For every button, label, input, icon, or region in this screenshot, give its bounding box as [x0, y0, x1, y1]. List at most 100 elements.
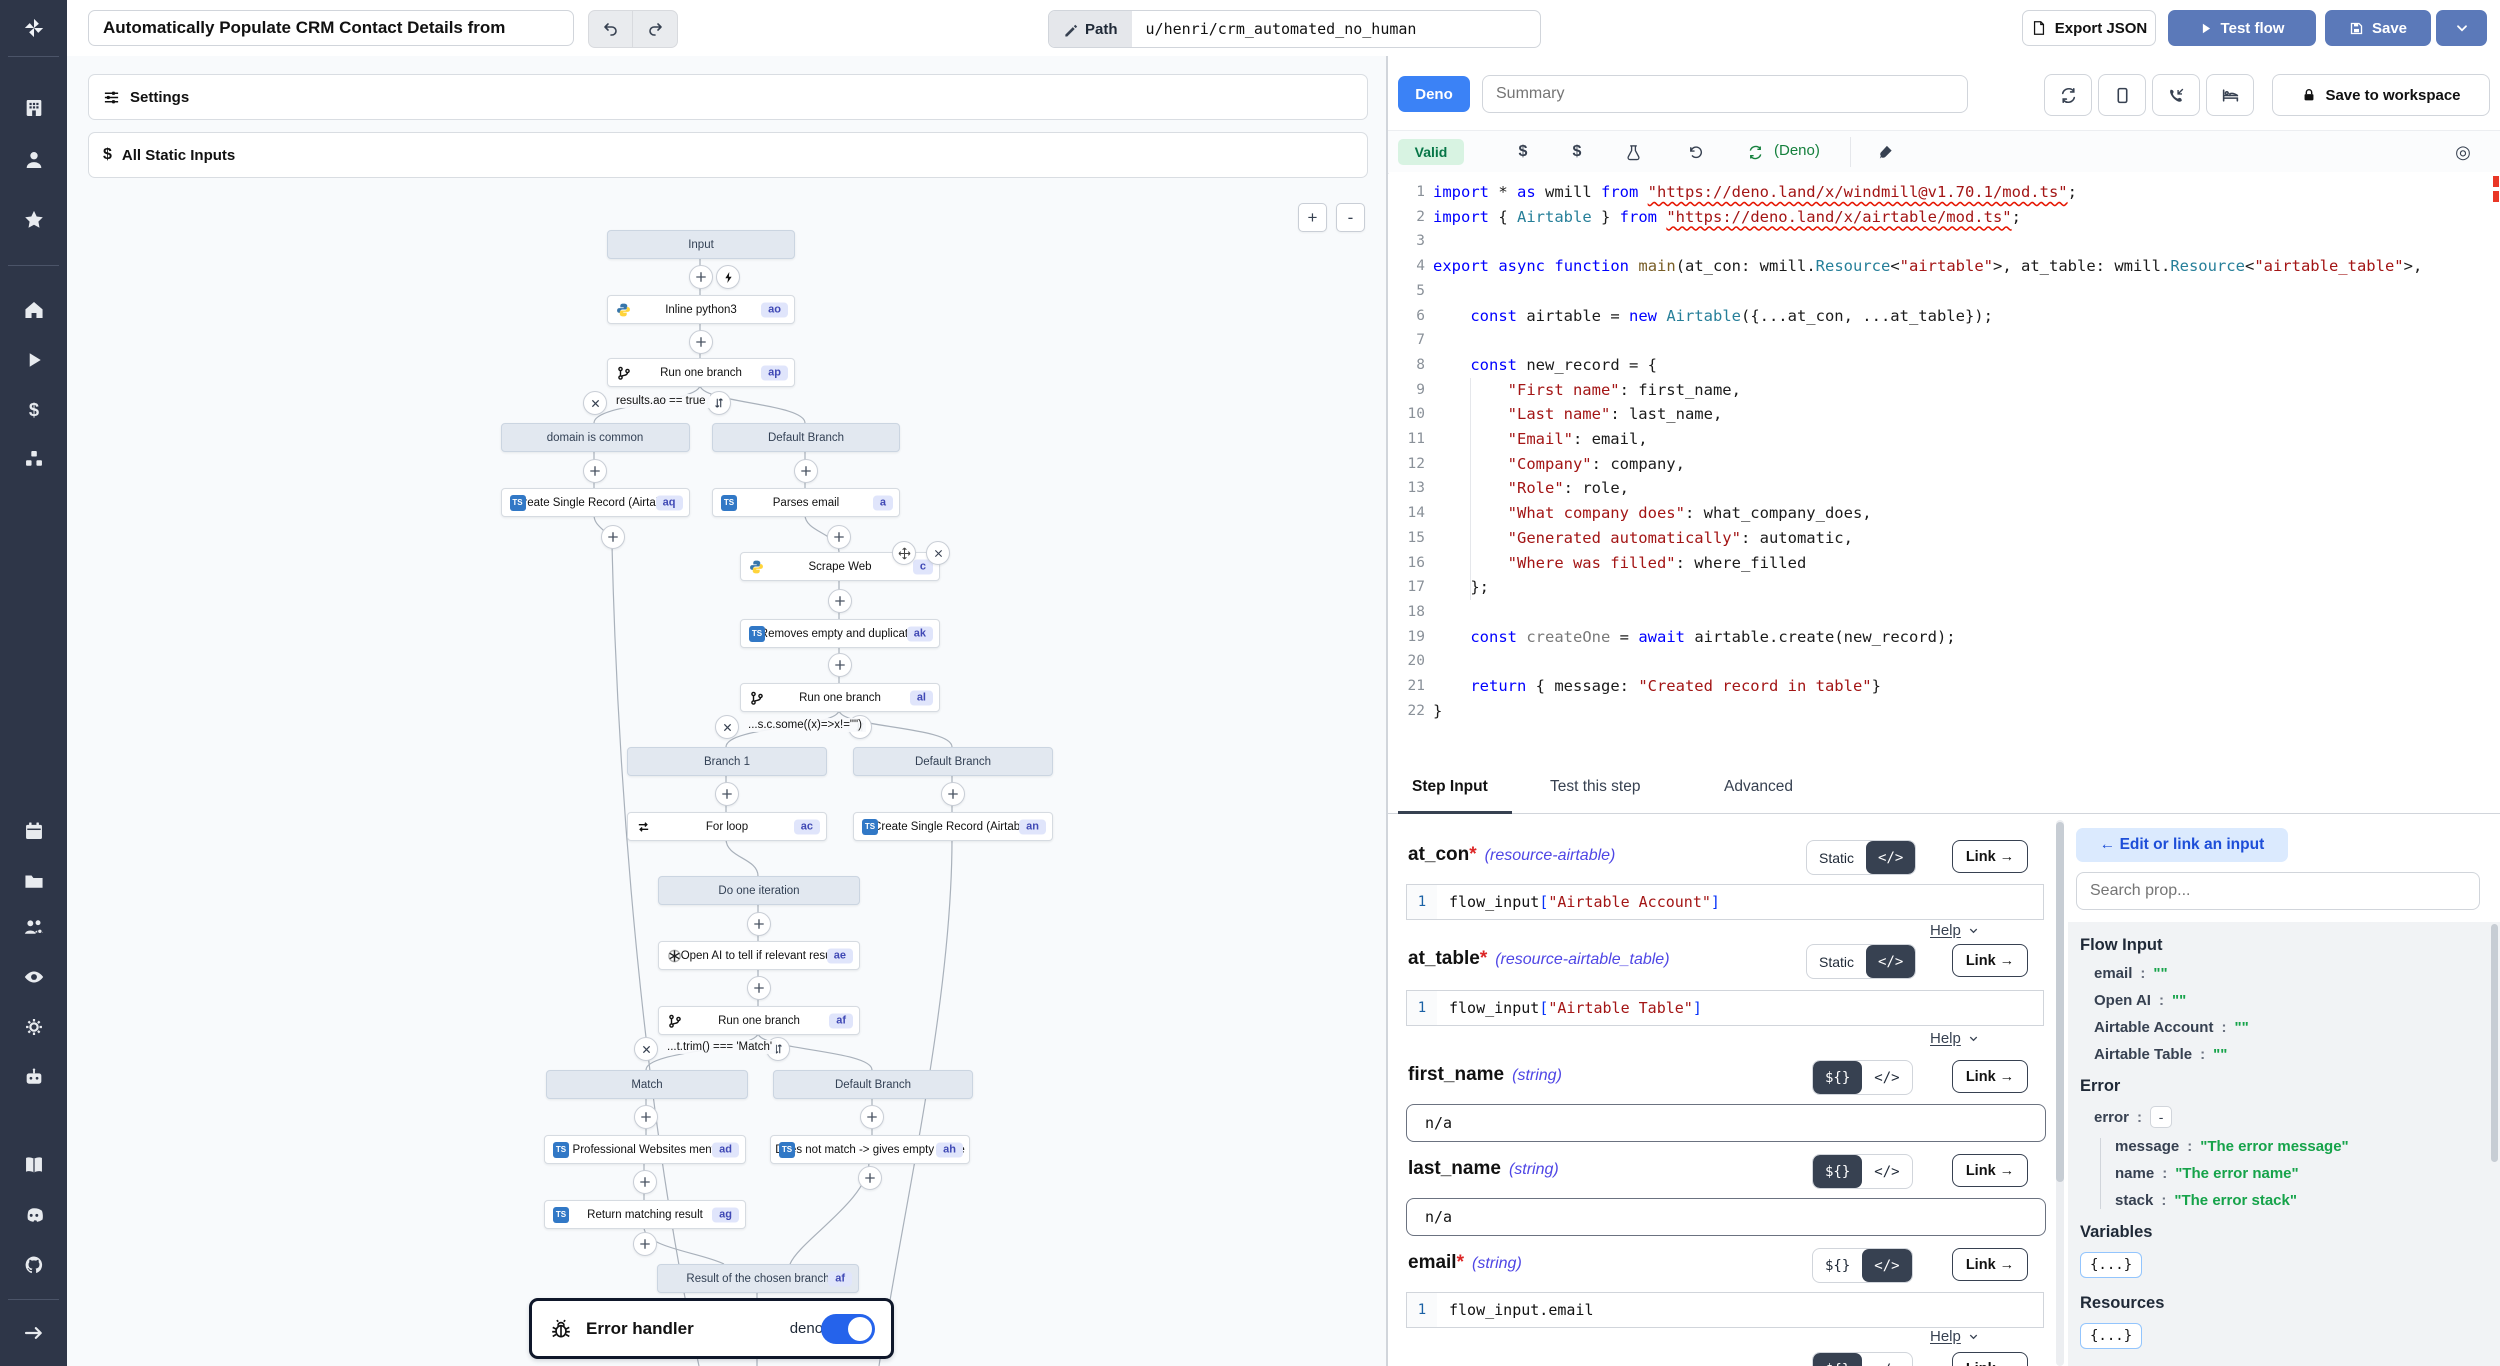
collapse-error-button[interactable]: - [2150, 1106, 2172, 1128]
value-input-first_name[interactable] [1406, 1104, 2046, 1142]
toggle-template-code-first_name[interactable]: ${}</> [1812, 1060, 1913, 1095]
error-handler-toggle[interactable] [821, 1314, 875, 1344]
insert-step-button[interactable] [715, 782, 739, 806]
prop-row[interactable]: stack:"The error stack" [2115, 1192, 2500, 1209]
reload-icon[interactable] [1740, 138, 1770, 166]
prop-scrollbar[interactable] [2491, 924, 2498, 1162]
value-input-last_name[interactable] [1406, 1198, 2046, 1236]
sleep-button[interactable] [2206, 74, 2254, 116]
refresh-button[interactable] [2044, 74, 2092, 116]
link-button-at_con[interactable]: Link → [1952, 840, 2028, 873]
flow-title-input[interactable] [88, 10, 574, 46]
sidebar-item-person[interactable] [0, 140, 67, 180]
format-brush-icon[interactable] [1870, 138, 1900, 166]
export-json-button[interactable]: Export JSON [2022, 10, 2156, 46]
flow-node-match[interactable]: Match [546, 1070, 748, 1099]
rotate-ccw-icon[interactable] [1680, 138, 1710, 166]
insert-step-button[interactable] [941, 782, 965, 806]
toggle-template-code-last_name[interactable]: ${}</> [1812, 1154, 1913, 1189]
prop-row[interactable]: Airtable Table:"" [2094, 1046, 2500, 1063]
sidebar-item-cubes[interactable] [0, 439, 67, 479]
flow-node-kill-mentions[interactable]: TSKill Professional Websites mentionsad [544, 1135, 746, 1164]
sidebar-item-github[interactable] [0, 1245, 67, 1285]
sidebar-item-star[interactable] [0, 200, 67, 240]
sidebar-item-calendar[interactable] [0, 811, 67, 851]
sidebar-item-building[interactable] [0, 88, 67, 128]
flow-node-removes-empty[interactable]: TSRemoves empty and duplicatesak [740, 619, 940, 648]
link-button-partial[interactable]: Link → [1952, 1352, 2028, 1366]
flow-node-no-match[interactable]: TSDoes not match -> gives empty valueah [770, 1135, 970, 1164]
mobile-view-button[interactable] [2098, 74, 2146, 116]
sidebar-item-folder[interactable] [0, 861, 67, 901]
insert-step-button[interactable] [828, 653, 852, 677]
insert-step-button[interactable] [634, 1105, 658, 1129]
flow-node-return-matching[interactable]: TSReturn matching resultag [544, 1200, 746, 1229]
close-node-icon[interactable] [926, 541, 950, 565]
sidebar-item-home[interactable] [0, 290, 67, 330]
sidebar-item-users-gear[interactable] [0, 907, 67, 947]
flow-settings-bar[interactable]: Settings [88, 74, 1368, 120]
toggle-static-code-at_table[interactable]: Static</> [1806, 944, 1916, 979]
insert-step-button[interactable] [858, 1166, 882, 1190]
sidebar-item-discord[interactable] [0, 1195, 67, 1235]
resources-expand-button[interactable]: {...} [2080, 1323, 2142, 1349]
flow-node-run-branch-3[interactable]: Run one branchaf [658, 1006, 860, 1035]
canvas-zoom-out-button[interactable]: - [1336, 203, 1365, 232]
insert-step-button[interactable] [689, 330, 713, 354]
remove-branch-icon[interactable] [715, 715, 739, 739]
remove-branch-icon[interactable] [583, 391, 607, 415]
insert-step-button[interactable] [583, 459, 607, 483]
edit-or-link-input-button[interactable]: ← Edit or link an input [2076, 828, 2288, 862]
code-editor[interactable]: 1import * as wmill from "https://deno.la… [1389, 172, 2500, 766]
static-inputs-bar[interactable]: $ All Static Inputs [88, 132, 1368, 178]
sidebar-item-robot[interactable] [0, 1057, 67, 1097]
insert-step-button[interactable] [828, 589, 852, 613]
toggle-template-code-partial[interactable]: ${}</> [1812, 1352, 1913, 1366]
code-input-email[interactable]: 1flow_input.email [1406, 1292, 2044, 1328]
sidebar-item-play[interactable] [0, 340, 67, 380]
dollar-vars-icon[interactable]: $ [1508, 138, 1538, 166]
flow-node-branch-domain[interactable]: domain is common [501, 423, 690, 452]
flow-node-branch-default-1[interactable]: Default Branch [712, 423, 900, 452]
search-prop-input[interactable] [2076, 872, 2480, 910]
link-button-at_table[interactable]: Link → [1952, 944, 2028, 977]
prop-row[interactable]: Open AI:"" [2094, 992, 2500, 1009]
path-field[interactable]: Path u/henri/crm_automated_no_human [1048, 10, 1541, 48]
diff-view-icon[interactable]: ◎ [2448, 138, 2478, 166]
insert-step-button[interactable] [747, 976, 771, 1000]
prop-row[interactable]: message:"The error message" [2115, 1138, 2500, 1155]
summary-input[interactable] [1482, 75, 1968, 113]
sidebar-item-windmill-logo[interactable] [0, 8, 67, 48]
link-button-email[interactable]: Link → [1952, 1248, 2028, 1281]
flow-node-branch-default-3[interactable]: Default Branch [773, 1070, 973, 1099]
help-link-at_table[interactable]: Help [1930, 1030, 1980, 1047]
sidebar-item-eye[interactable] [0, 957, 67, 997]
path-value[interactable]: u/henri/crm_automated_no_human [1132, 11, 1540, 47]
move-node-icon[interactable] [892, 541, 916, 565]
prop-tree[interactable]: Flow Input email:""Open AI:""Airtable Ac… [2068, 922, 2500, 1366]
variables-expand-button[interactable]: {...} [2080, 1252, 2142, 1278]
beaker-icon[interactable] [1618, 138, 1648, 166]
flow-node-openai-relevant[interactable]: Open AI to tell if relevant resultae [658, 941, 860, 970]
redo-button[interactable] [632, 10, 678, 48]
flow-node-input[interactable]: Input [607, 230, 795, 259]
prop-row[interactable]: email:"" [2094, 965, 2500, 982]
sidebar-item-gear[interactable] [0, 1007, 67, 1047]
webhook-button[interactable] [2152, 74, 2200, 116]
insert-step-button[interactable] [601, 525, 625, 549]
tab-test-this-step[interactable]: Test this step [1550, 778, 1640, 796]
canvas-zoom-in-button[interactable]: + [1298, 203, 1327, 232]
insert-step-button[interactable] [633, 1170, 657, 1194]
flow-node-result-branch[interactable]: Result of the chosen branchaf [657, 1264, 859, 1293]
flow-node-create-record-2[interactable]: TSCreate Single Record (Airtable)an [853, 812, 1053, 841]
insert-step-button[interactable] [860, 1105, 884, 1129]
form-scrollbar[interactable] [2056, 820, 2064, 1366]
flow-node-parses-email[interactable]: TSParses emaila [712, 488, 900, 517]
sidebar-item-book[interactable] [0, 1145, 67, 1185]
insert-step-button[interactable] [794, 459, 818, 483]
language-badge[interactable]: Deno [1398, 76, 1470, 112]
toggle-template-code-email[interactable]: ${}</> [1812, 1248, 1913, 1283]
error-handler-node[interactable]: Error handler deno [529, 1298, 894, 1359]
insert-step-button[interactable] [747, 912, 771, 936]
dollar-resources-icon[interactable]: $ [1562, 138, 1592, 166]
